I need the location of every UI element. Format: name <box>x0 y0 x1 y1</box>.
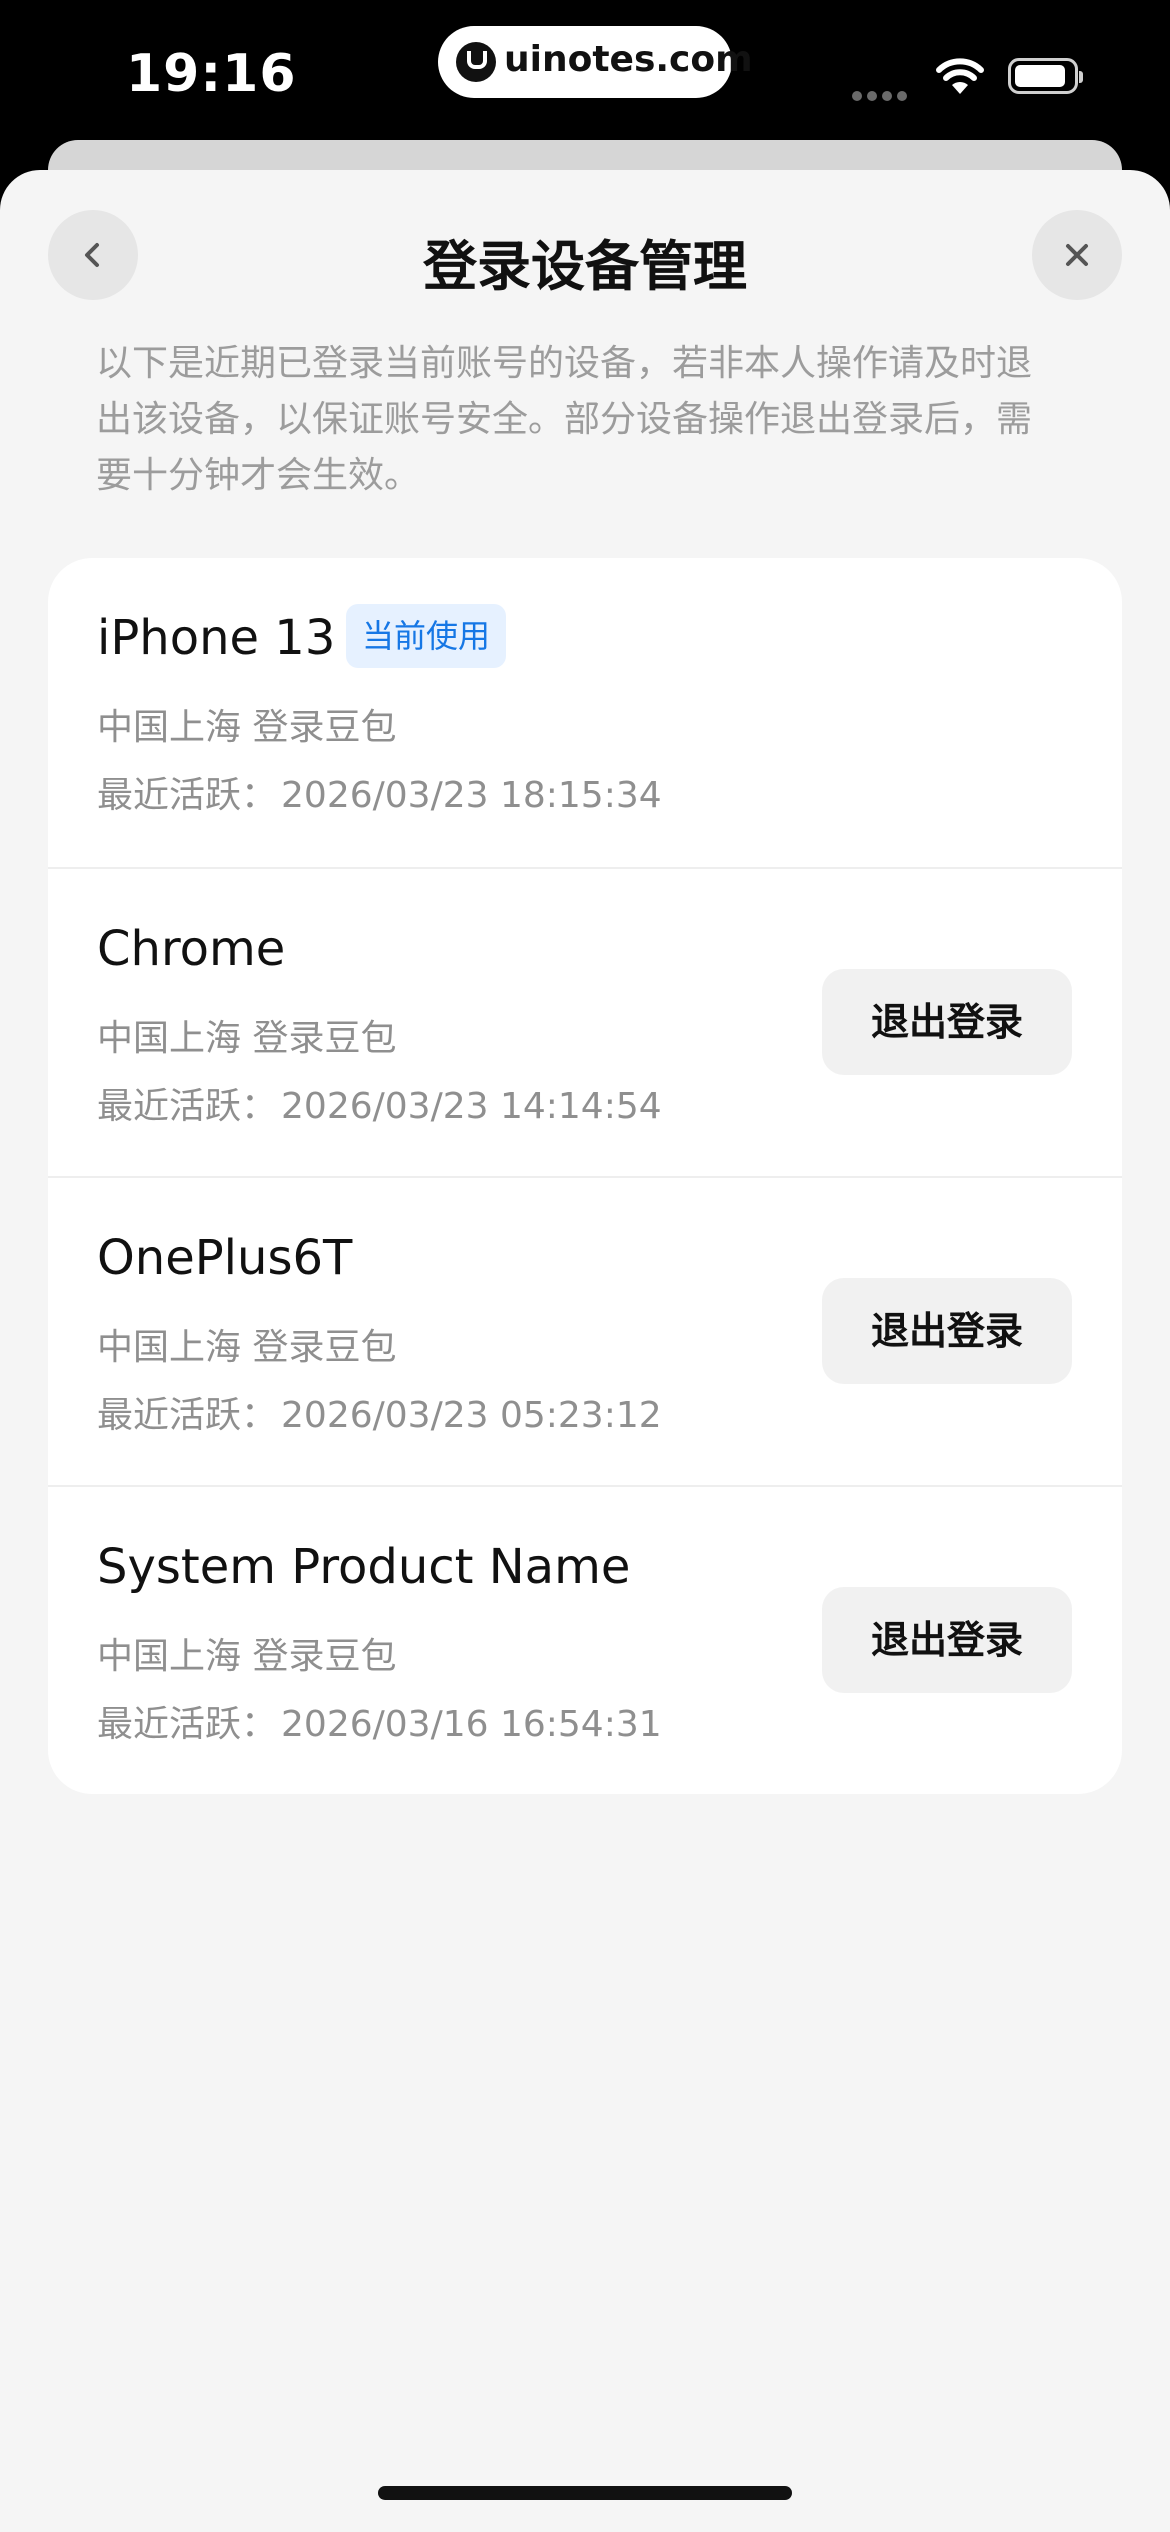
device-last-active: 最近活跃： 2026/03/23 18:15:34 <box>97 766 662 818</box>
active-label: 最近活跃： <box>97 775 278 816</box>
active-label: 最近活跃： <box>97 1704 278 1745</box>
device-item-system-product: System Product Name 中国上海 登录豆包 最近活跃： 2026/… <box>48 1485 1122 1794</box>
device-item-chrome: Chrome 中国上海 登录豆包 最近活跃： 2026/03/23 14:14:5… <box>48 867 1122 1176</box>
logout-button[interactable]: 退出登录 <box>822 1587 1072 1693</box>
uinotes-logo-icon <box>456 42 496 82</box>
device-item-oneplus: OnePlus6T 中国上海 登录豆包 最近活跃： 2026/03/23 05:2… <box>48 1176 1122 1485</box>
device-list: iPhone 13 当前使用 中国上海 登录豆包 最近活跃： 2026/03/23… <box>48 558 1122 1794</box>
device-location: 中国上海 登录豆包 <box>97 1018 397 1059</box>
device-location: 中国上海 登录豆包 <box>97 1636 397 1677</box>
security-description: 以下是近期已登录当前账号的设备，若非本人操作请及时退 出该设备，以保证账号安全。… <box>96 343 1033 496</box>
device-name: System Product Name <box>97 1539 631 1595</box>
active-time: 2026/03/16 16:54:31 <box>281 1704 662 1745</box>
page-title: 登录设备管理 <box>423 235 747 298</box>
status-bar: 19:16 uinotes.com <box>0 0 1170 140</box>
signal-icon <box>852 86 912 105</box>
device-name: Chrome <box>97 921 286 977</box>
logout-button[interactable]: 退出登录 <box>822 1278 1072 1384</box>
device-location: 中国上海 登录豆包 <box>97 1327 397 1368</box>
active-label: 最近活跃： <box>97 1395 278 1436</box>
active-label: 最近活跃： <box>97 1086 278 1127</box>
active-time: 2026/03/23 14:14:54 <box>281 1086 662 1127</box>
battery-icon <box>1008 58 1083 94</box>
device-last-active: 最近活跃： 2026/03/16 16:54:31 <box>97 1695 662 1747</box>
device-last-active: 最近活跃： 2026/03/23 14:14:54 <box>97 1077 662 1129</box>
current-device-badge: 当前使用 <box>346 604 507 668</box>
device-last-active: 最近活跃： 2026/03/23 05:23:12 <box>97 1386 662 1438</box>
device-item-iphone: iPhone 13 当前使用 中国上海 登录豆包 最近活跃： 2026/03/23… <box>48 558 1122 867</box>
logout-button[interactable]: 退出登录 <box>822 969 1072 1075</box>
device-management-sheet: 登录设备管理 以下是近期已登录当前账号的设备，若非本人操作请及时退 出该设备，以… <box>0 170 1170 2532</box>
device-location: 中国上海 登录豆包 <box>97 707 397 748</box>
wifi-icon <box>936 58 984 94</box>
active-time: 2026/03/23 05:23:12 <box>281 1395 662 1436</box>
url-pill[interactable]: uinotes.com <box>438 26 753 98</box>
close-icon <box>1066 244 1088 266</box>
status-time: 19:16 <box>126 44 297 104</box>
device-name: iPhone 13 <box>97 610 336 666</box>
active-time: 2026/03/23 18:15:34 <box>281 775 662 816</box>
url-text: uinotes.com <box>504 39 753 80</box>
close-button[interactable] <box>1032 210 1122 300</box>
home-indicator[interactable] <box>378 2486 792 2500</box>
device-name: OnePlus6T <box>97 1230 353 1286</box>
